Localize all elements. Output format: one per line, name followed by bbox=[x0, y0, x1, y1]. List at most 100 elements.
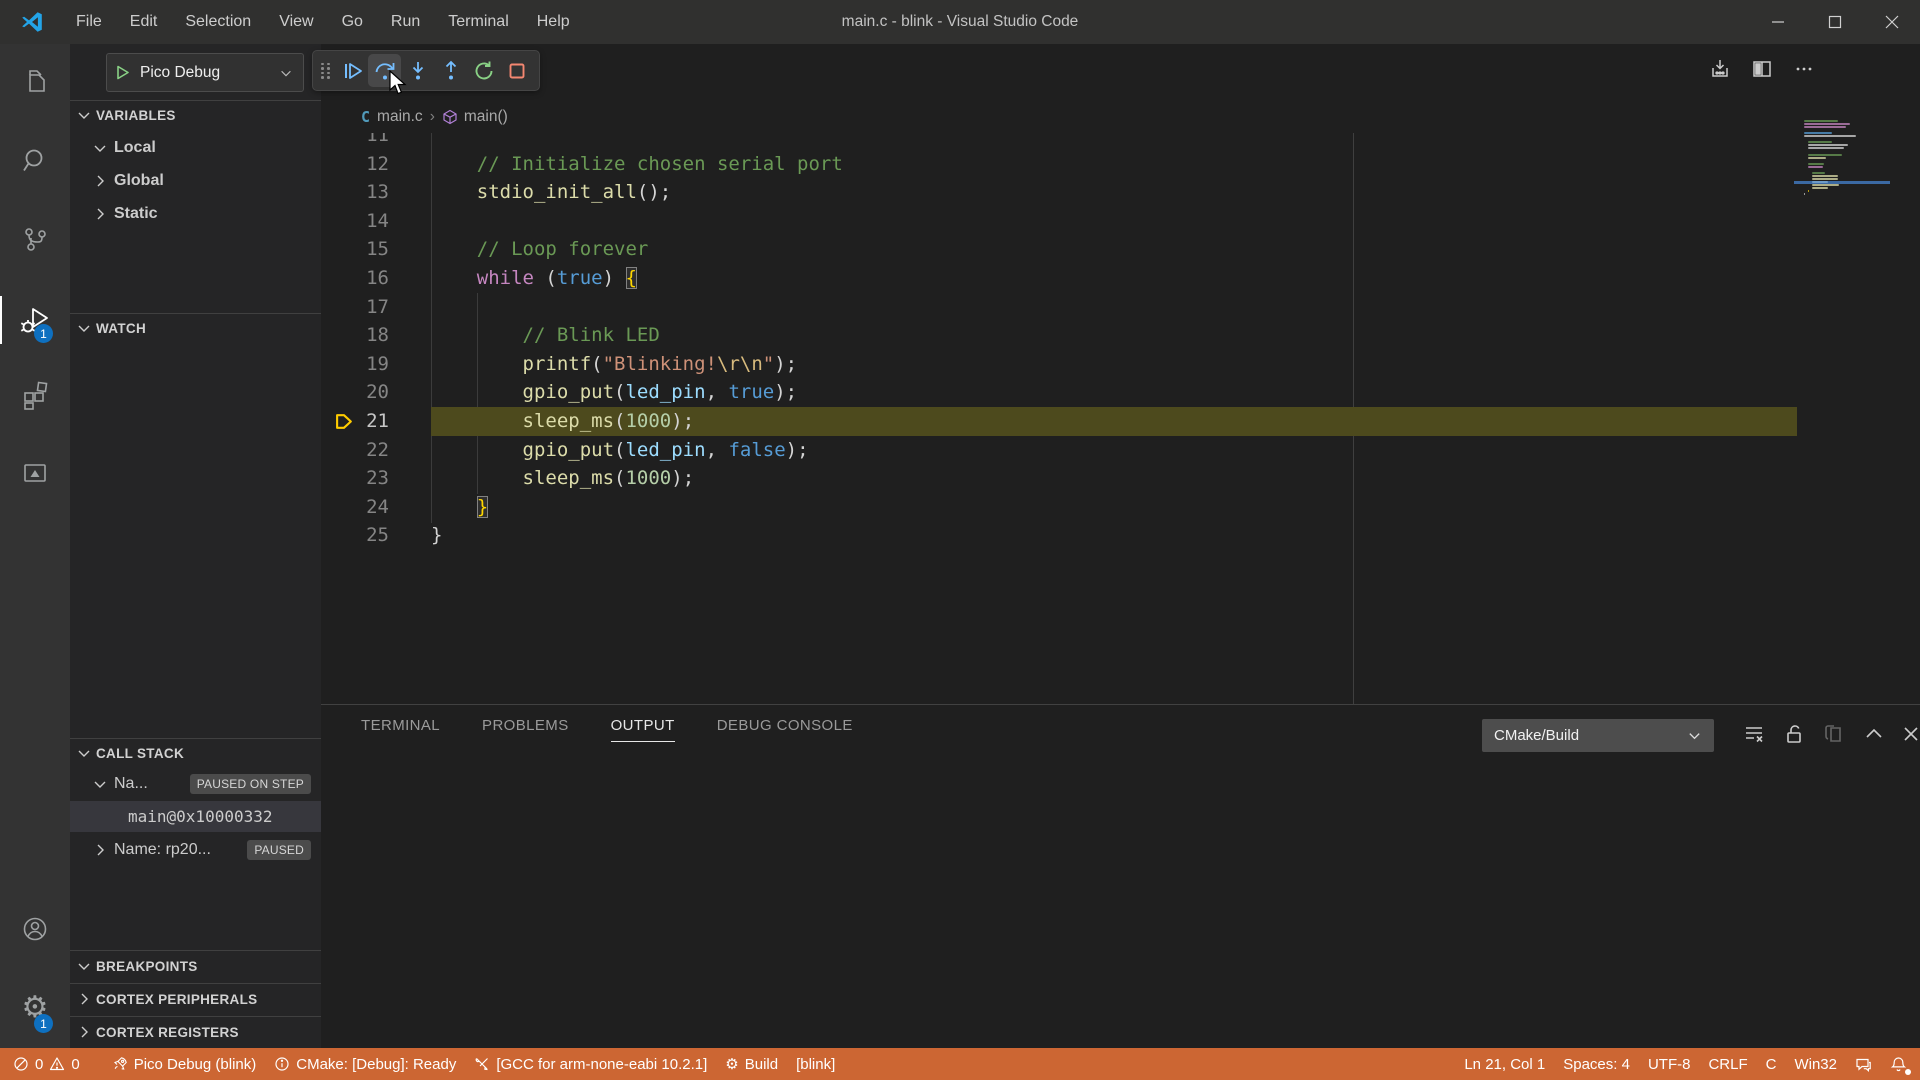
build-target-status[interactable]: [blink] bbox=[787, 1048, 844, 1080]
continue-button[interactable] bbox=[335, 54, 368, 87]
run-and-debug-icon[interactable]: 1 bbox=[0, 294, 70, 346]
step-out-button[interactable] bbox=[434, 54, 467, 87]
source-control-icon[interactable] bbox=[0, 213, 70, 265]
code-line-15[interactable]: 15 // Loop forever bbox=[321, 235, 1920, 264]
indentation-status[interactable]: Spaces: 4 bbox=[1554, 1048, 1639, 1080]
code-line-21[interactable]: 21 sleep_ms(1000); bbox=[321, 407, 1920, 436]
line-number[interactable]: 13 bbox=[321, 178, 389, 207]
code-line-19[interactable]: 19 printf("Blinking!\r\n"); bbox=[321, 350, 1920, 379]
minimize-button[interactable] bbox=[1749, 0, 1806, 44]
open-output-in-editor-icon[interactable] bbox=[1821, 721, 1847, 747]
restart-button[interactable] bbox=[467, 54, 500, 87]
breadcrumb-symbol[interactable]: main() bbox=[464, 108, 508, 126]
clear-output-icon[interactable] bbox=[1741, 721, 1767, 747]
line-number[interactable]: 17 bbox=[321, 293, 389, 322]
cursor-position-status[interactable]: Ln 21, Col 1 bbox=[1455, 1048, 1554, 1080]
variables-local-row[interactable]: Local bbox=[70, 132, 321, 163]
menu-selection[interactable]: Selection bbox=[171, 0, 265, 44]
cortex-peripherals-section-header[interactable]: CORTEX PERIPHERALS bbox=[70, 983, 321, 1014]
variables-section-header[interactable]: VARIABLES bbox=[70, 100, 321, 129]
code-line-18[interactable]: 18 // Blink LED bbox=[321, 321, 1920, 350]
line-number[interactable]: 14 bbox=[321, 207, 389, 236]
start-debug-icon[interactable] bbox=[115, 65, 130, 80]
menu-help[interactable]: Help bbox=[523, 0, 584, 44]
settings-gear-icon[interactable]: ⚙ 1 bbox=[0, 982, 70, 1034]
breadcrumb-file[interactable]: main.c bbox=[377, 108, 423, 126]
line-number[interactable]: 21 bbox=[321, 407, 389, 436]
close-window-button[interactable] bbox=[1863, 0, 1920, 44]
menu-terminal[interactable]: Terminal bbox=[434, 0, 522, 44]
code-line-13[interactable]: 13 stdio_init_all(); bbox=[321, 178, 1920, 207]
minimap[interactable] bbox=[1800, 118, 1880, 238]
search-icon[interactable] bbox=[0, 134, 70, 186]
cmake-status[interactable]: CMake: [Debug]: Ready bbox=[265, 1048, 465, 1080]
line-number[interactable]: 23 bbox=[321, 464, 389, 493]
line-number[interactable]: 15 bbox=[321, 235, 389, 264]
line-number[interactable]: 25 bbox=[321, 521, 389, 550]
more-actions-icon[interactable] bbox=[1793, 58, 1815, 80]
pico-project-icon[interactable] bbox=[0, 447, 70, 499]
code-line-24[interactable]: 24 } bbox=[321, 493, 1920, 522]
line-number[interactable]: 18 bbox=[321, 321, 389, 350]
breakpoints-section-header[interactable]: BREAKPOINTS bbox=[70, 950, 321, 981]
eol-status[interactable]: CRLF bbox=[1699, 1048, 1756, 1080]
call-stack-thread2-row[interactable]: Name: rp20... PAUSED bbox=[70, 834, 321, 865]
pico-debug-status[interactable]: Pico Debug (blink) bbox=[103, 1048, 266, 1080]
code-line-22[interactable]: 22 gpio_put(led_pin, false); bbox=[321, 436, 1920, 465]
unlock-icon[interactable] bbox=[1781, 721, 1807, 747]
encoding-status[interactable]: UTF-8 bbox=[1639, 1048, 1700, 1080]
step-over-button[interactable] bbox=[368, 54, 401, 87]
stop-button[interactable] bbox=[500, 54, 533, 87]
tab-debug-console[interactable]: DEBUG CONSOLE bbox=[717, 705, 853, 747]
account-icon[interactable] bbox=[0, 903, 70, 955]
output-content[interactable] bbox=[321, 747, 1920, 1049]
build-button-status[interactable]: ⚙ Build bbox=[716, 1048, 787, 1080]
feedback-icon[interactable] bbox=[1846, 1048, 1881, 1080]
tab-problems[interactable]: PROBLEMS bbox=[482, 705, 569, 747]
variables-static-row[interactable]: Static bbox=[70, 198, 321, 229]
line-number[interactable]: 16 bbox=[321, 264, 389, 293]
code-line-23[interactable]: 23 sleep_ms(1000); bbox=[321, 464, 1920, 493]
language-mode-status[interactable]: C bbox=[1757, 1048, 1786, 1080]
code-line-16[interactable]: 16 while (true) { bbox=[321, 264, 1920, 293]
step-into-button[interactable] bbox=[401, 54, 434, 87]
problems-status[interactable]: 0 0 bbox=[4, 1048, 89, 1080]
line-number[interactable]: 11 bbox=[321, 133, 389, 150]
code-editor[interactable]: 1112 // Initialize chosen serial port13 … bbox=[321, 133, 1920, 704]
line-number[interactable]: 19 bbox=[321, 350, 389, 379]
code-line-20[interactable]: 20 gpio_put(led_pin, true); bbox=[321, 378, 1920, 407]
flash-run-icon[interactable] bbox=[1709, 58, 1731, 80]
line-number[interactable]: 24 bbox=[321, 493, 389, 522]
code-line-17[interactable]: 17 bbox=[321, 293, 1920, 322]
variables-global-row[interactable]: Global bbox=[70, 165, 321, 196]
watch-section-header[interactable]: WATCH bbox=[70, 313, 321, 342]
tab-output[interactable]: OUTPUT bbox=[611, 705, 675, 747]
code-line-14[interactable]: 14 bbox=[321, 207, 1920, 236]
notifications-bell-icon[interactable] bbox=[1881, 1048, 1916, 1080]
split-editor-icon[interactable] bbox=[1751, 58, 1773, 80]
call-stack-thread-row[interactable]: Na... PAUSED ON STEP bbox=[70, 768, 321, 799]
close-panel-icon[interactable] bbox=[1898, 721, 1920, 747]
menu-go[interactable]: Go bbox=[328, 0, 377, 44]
kit-status[interactable]: [GCC for arm-none-eabi 10.2.1] bbox=[465, 1048, 716, 1080]
extensions-icon[interactable] bbox=[0, 369, 70, 421]
code-line-11[interactable]: 11 bbox=[321, 133, 1920, 150]
cortex-registers-section-header[interactable]: CORTEX REGISTERS bbox=[70, 1016, 321, 1047]
toolbar-drag-handle[interactable] bbox=[321, 63, 331, 79]
menu-edit[interactable]: Edit bbox=[116, 0, 172, 44]
line-number[interactable]: 20 bbox=[321, 378, 389, 407]
line-number[interactable]: 22 bbox=[321, 436, 389, 465]
explorer-icon[interactable] bbox=[0, 56, 70, 108]
call-stack-section-header[interactable]: CALL STACK bbox=[70, 738, 321, 767]
line-number[interactable]: 12 bbox=[321, 150, 389, 179]
debug-configuration-select[interactable]: Pico Debug bbox=[106, 53, 304, 92]
menu-run[interactable]: Run bbox=[377, 0, 434, 44]
platform-status[interactable]: Win32 bbox=[1785, 1048, 1846, 1080]
maximize-button[interactable] bbox=[1806, 0, 1863, 44]
tab-terminal[interactable]: TERMINAL bbox=[361, 705, 440, 747]
call-stack-frame-row[interactable]: main@0x10000332 bbox=[70, 801, 321, 832]
menu-view[interactable]: View bbox=[265, 0, 327, 44]
menu-file[interactable]: File bbox=[62, 0, 116, 44]
code-line-25[interactable]: 25} bbox=[321, 521, 1920, 550]
code-line-12[interactable]: 12 // Initialize chosen serial port bbox=[321, 150, 1920, 179]
